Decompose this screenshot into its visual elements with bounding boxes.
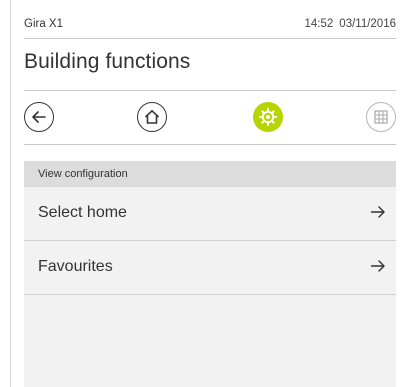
arrow-right-icon xyxy=(370,206,385,218)
frame-border xyxy=(10,0,11,387)
status-bar: Gira X1 14:52 03/11/2016 xyxy=(24,14,396,34)
grid-button[interactable] xyxy=(366,102,396,132)
settings-panel: View configuration Select home Favourite… xyxy=(24,161,396,387)
back-button[interactable] xyxy=(24,102,54,132)
page-title: Building functions xyxy=(24,50,191,73)
list-item-label: Favourites xyxy=(38,258,113,275)
section-header: View configuration xyxy=(24,161,396,187)
arrow-left-icon xyxy=(32,111,46,123)
status-time: 14:52 xyxy=(304,18,334,30)
nav-bar xyxy=(24,98,396,136)
list-item-favourites[interactable]: Favourites xyxy=(24,241,396,295)
home-button[interactable] xyxy=(137,102,167,132)
title-divider xyxy=(24,90,396,91)
settings-button[interactable] xyxy=(253,102,283,132)
list-item-label: Select home xyxy=(38,204,127,221)
header-divider xyxy=(24,38,396,39)
list-item-select-home[interactable]: Select home xyxy=(24,187,396,241)
house-icon xyxy=(144,110,160,124)
gear-icon xyxy=(259,108,277,126)
app-name: Gira X1 xyxy=(24,18,63,30)
arrow-right-icon xyxy=(370,260,385,272)
nav-divider xyxy=(24,144,396,145)
status-date: 03/11/2016 xyxy=(339,18,396,30)
grid-icon xyxy=(374,110,388,124)
clock: 14:52 03/11/2016 xyxy=(305,18,396,30)
